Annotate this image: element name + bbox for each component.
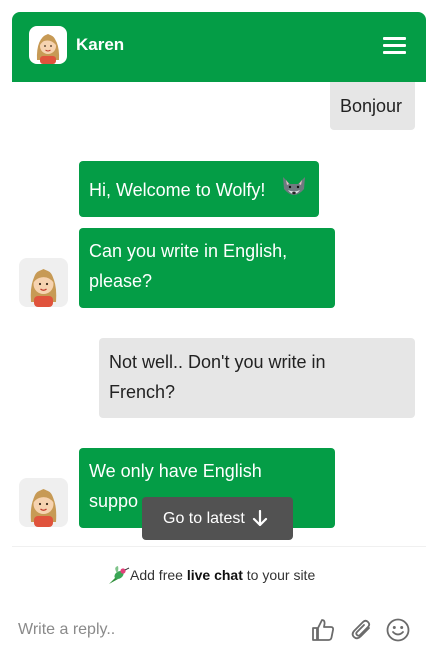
user-message: Not well.. Don't you write in French? <box>99 338 415 418</box>
message-text: Hi, Welcome to Wolfy! <box>89 180 266 200</box>
message-text-line: please? <box>89 271 153 291</box>
message-text-line: French? <box>109 382 176 402</box>
wolf-emoji-icon <box>283 177 305 195</box>
agent-avatar <box>19 478 68 527</box>
promo-link[interactable]: Add free live chat to your site <box>106 564 315 586</box>
agent-name: Karen <box>76 35 125 54</box>
thumbs-up-icon[interactable] <box>310 617 336 643</box>
hamburger-menu-icon <box>383 37 406 40</box>
user-message: Bonjour <box>330 82 415 130</box>
agent-avatar <box>19 258 68 307</box>
menu-line <box>383 51 406 54</box>
chat-header: Karen <box>12 12 426 82</box>
reply-input[interactable] <box>18 615 298 645</box>
footer-divider <box>12 546 426 547</box>
agent-message: Hi, Welcome to Wolfy! <box>79 161 319 217</box>
smiley-icon[interactable] <box>385 617 411 643</box>
menu-line <box>383 44 406 47</box>
paperclip-icon[interactable] <box>349 617 375 643</box>
menu-button[interactable] <box>382 34 408 56</box>
message-text-line: Can you write in English, <box>89 241 288 261</box>
message-text: Bonjour <box>340 96 403 116</box>
promo-text-after: to your site <box>242 567 316 583</box>
message-text-line: We only have English <box>89 461 262 481</box>
agent-message: Can you write in English, please? <box>79 228 335 308</box>
chat-widget: Karen Bonjour Hi, Welcome to Wolfy! Can … <box>0 0 438 663</box>
promo-text-before: Add free <box>130 567 187 583</box>
go-to-latest-label: Go to latest <box>163 510 245 527</box>
arrow-down-icon <box>252 510 268 527</box>
hummingbird-icon <box>106 565 130 587</box>
promo-text-bold: live chat <box>186 567 243 583</box>
go-to-latest-button[interactable]: Go to latest <box>142 497 293 540</box>
agent-avatar <box>29 26 67 64</box>
message-text-line: Not well.. Don't you write in <box>109 352 326 372</box>
